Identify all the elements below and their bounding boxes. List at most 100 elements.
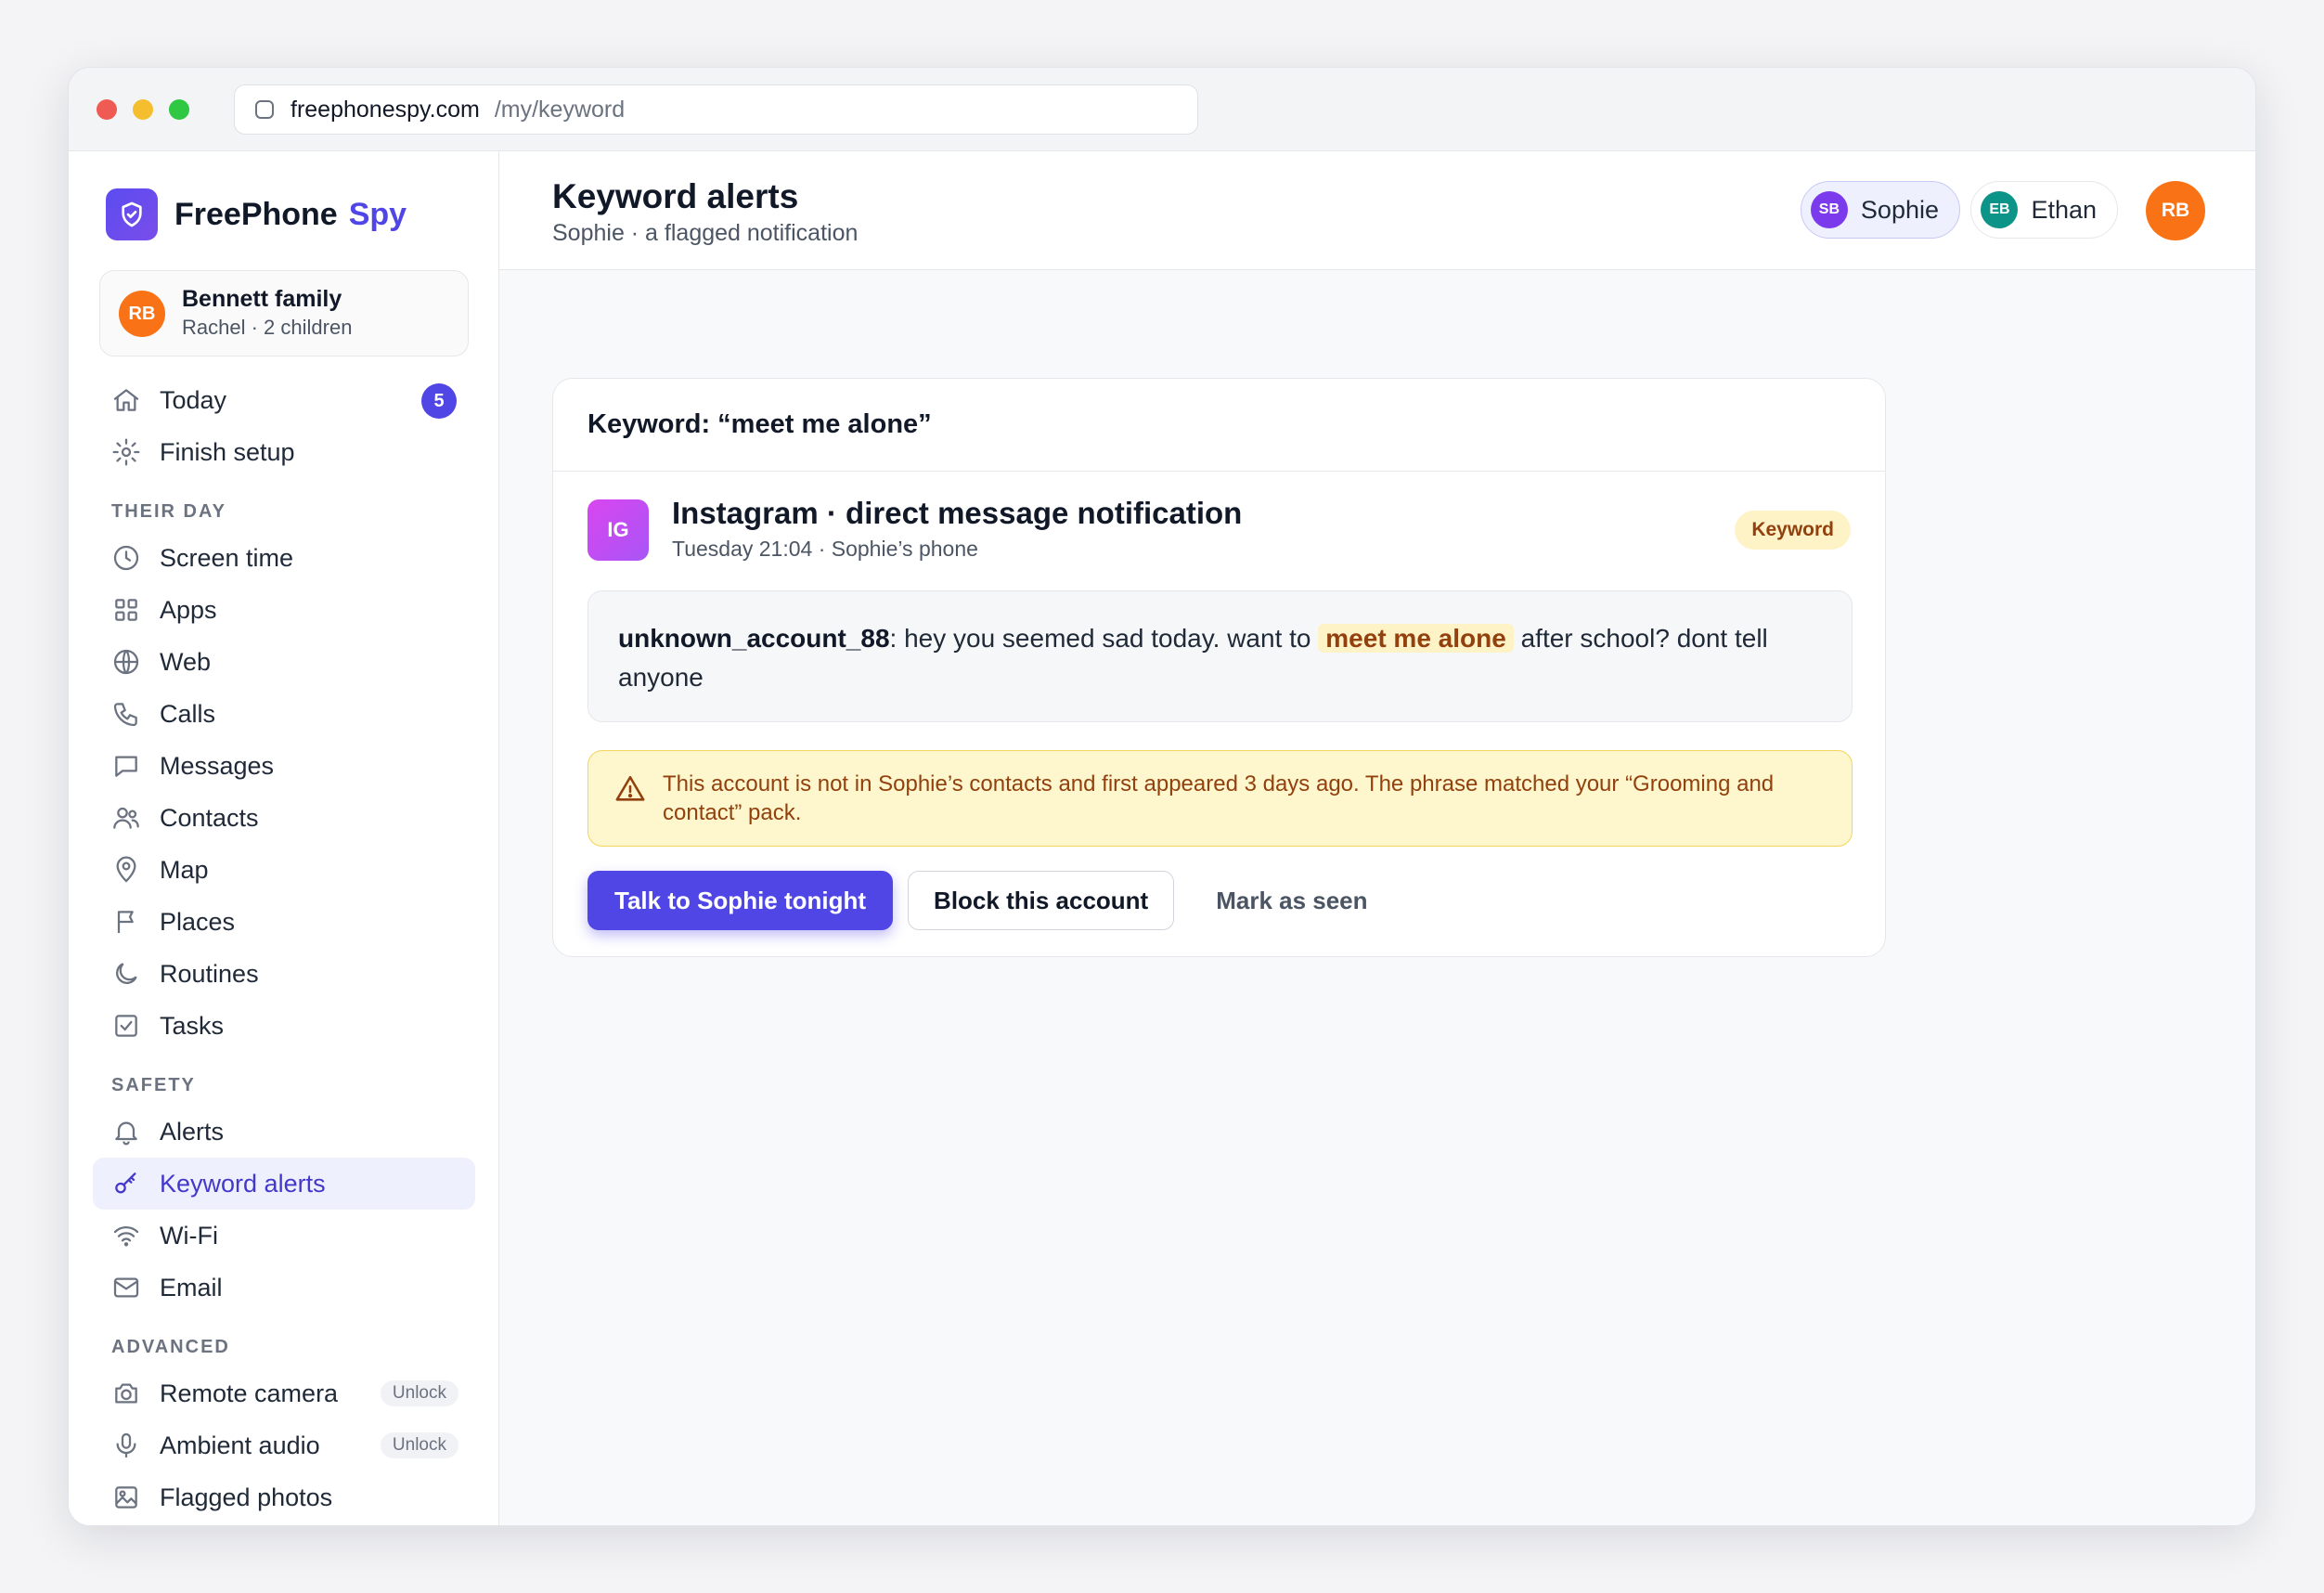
url-host: freephonespy.com — [290, 96, 480, 123]
sidebar-item-label: Apps — [160, 595, 217, 624]
message-icon — [115, 756, 137, 777]
today-count-badge: 5 — [421, 383, 457, 419]
block-account-button[interactable]: Block this account — [908, 871, 1175, 930]
source-title: Instagram · direct message notification — [672, 496, 1243, 530]
sidebar-item-label: Web — [160, 647, 212, 676]
sidebar-item-map[interactable]: Map — [93, 844, 475, 896]
brand-accent: Spy — [348, 196, 407, 232]
shield-logo-icon — [106, 188, 158, 240]
sidebar-item-web[interactable]: Web — [93, 636, 475, 688]
sidebar-item-routines[interactable]: Routines — [93, 948, 475, 1000]
sidebar-item-label: Today — [160, 385, 227, 414]
camera-icon — [115, 1383, 137, 1404]
sidebar-item-label: Routines — [160, 959, 259, 988]
alert-title: Keyword: “meet me alone” — [553, 379, 1885, 472]
sidebar-item-contacts[interactable]: Contacts — [93, 792, 475, 844]
user-avatar[interactable]: RB — [2146, 181, 2205, 240]
sidebar-item-remote-camera[interactable]: Remote camera Unlock — [93, 1367, 475, 1419]
sidebar-item-calls[interactable]: Calls — [93, 688, 475, 740]
checkbox-icon — [115, 1015, 137, 1037]
talk-to-child-button[interactable]: Talk to Sophie tonight — [587, 871, 894, 930]
globe-icon — [113, 649, 139, 675]
address-bar[interactable]: freephonespy.com /my/keyword — [234, 84, 1198, 135]
browser-window: freephonespy.com /my/keyword FreePhone S… — [68, 67, 2256, 1526]
url-path: /my/keyword — [494, 96, 626, 123]
section-their-day: THEIR DAY — [111, 501, 226, 522]
sidebar-item-label: Email — [160, 1273, 223, 1302]
matched-keyword: meet me alone — [1318, 624, 1514, 653]
secure-icon — [255, 100, 274, 119]
users-icon — [113, 807, 139, 829]
family-switcher[interactable]: RB Bennett family Rachel · 2 children — [99, 270, 469, 356]
unlock-pill[interactable]: Unlock — [380, 1432, 458, 1458]
child-name: Sophie — [1860, 195, 1939, 224]
sidebar-item-label: Wi-Fi — [160, 1221, 218, 1250]
sidebar: FreePhone Spy RB Bennett family Rachel ·… — [69, 151, 499, 1525]
sidebar-item-label: Finish setup — [160, 437, 295, 466]
sidebar-item-email[interactable]: Email — [93, 1262, 475, 1314]
minimize-window-button[interactable] — [133, 99, 153, 120]
sidebar-item-screen-time[interactable]: Screen time — [93, 532, 475, 584]
gear-icon — [112, 438, 140, 466]
mark-as-seen-button[interactable]: Mark as seen — [1191, 871, 1392, 930]
home-icon — [113, 389, 139, 411]
child-name: Ethan — [2031, 195, 2097, 224]
page-subtitle: Sophie · a flagged notification — [552, 220, 859, 246]
warning-banner: This account is not in Sophie’s contacts… — [587, 750, 1853, 847]
sidebar-item-wifi[interactable]: Wi-Fi — [93, 1210, 475, 1262]
message-text-before: : hey you seemed sad today. want to — [889, 624, 1319, 653]
sidebar-item-label: Remote camera — [160, 1379, 339, 1407]
sidebar-item-label: Keyword alerts — [160, 1169, 326, 1198]
main-content: Keyword alerts Sophie · a flagged notifi… — [499, 151, 2255, 1525]
message-sender: unknown_account_88 — [618, 624, 890, 653]
warning-text: This account is not in Sophie’s contacts… — [663, 771, 1775, 825]
sidebar-item-messages[interactable]: Messages — [93, 740, 475, 792]
sidebar-item-today[interactable]: Today 5 — [93, 374, 475, 426]
flag-icon — [117, 911, 134, 933]
sidebar-item-apps[interactable]: Apps — [93, 584, 475, 636]
sidebar-item-keyword-alerts[interactable]: Keyword alerts — [93, 1158, 475, 1210]
family-name: Bennett family — [182, 286, 342, 312]
sidebar-item-label: Tasks — [160, 1011, 225, 1040]
sidebar-item-places[interactable]: Places — [93, 896, 475, 948]
sidebar-item-label: Alerts — [160, 1117, 225, 1146]
maximize-window-button[interactable] — [169, 99, 189, 120]
sidebar-item-ambient-audio[interactable]: Ambient audio Unlock — [93, 1419, 475, 1471]
sidebar-item-label: Places — [160, 907, 236, 936]
clock-icon — [113, 545, 139, 571]
sidebar-item-flagged-photos[interactable]: Flagged photos — [93, 1471, 475, 1523]
envelope-icon — [113, 1277, 139, 1298]
phone-icon — [113, 703, 137, 727]
family-avatar: RB — [119, 291, 165, 337]
brand[interactable]: FreePhone Spy — [106, 188, 407, 240]
child-avatar: SB — [1810, 191, 1848, 228]
sidebar-item-tasks[interactable]: Tasks — [93, 1000, 475, 1052]
wifi-icon — [113, 1226, 139, 1247]
brand-name: FreePhone — [174, 196, 338, 232]
close-window-button[interactable] — [97, 99, 117, 120]
child-switch-ethan[interactable]: EB Ethan — [1970, 181, 2118, 239]
grid-icon — [115, 599, 137, 621]
sidebar-item-label: Map — [160, 855, 209, 884]
sidebar-nav: Today 5 Finish setup THEIR DAY Screen ti… — [93, 374, 475, 1523]
page-header: Keyword alerts Sophie · a flagged notifi… — [499, 151, 2255, 270]
message-preview: unknown_account_88: hey you seemed sad t… — [587, 590, 1853, 722]
child-avatar: EB — [1981, 191, 2019, 228]
warning-triangle-icon — [615, 775, 645, 801]
microphone-icon — [116, 1432, 136, 1458]
instagram-icon: IG — [587, 499, 649, 561]
sidebar-item-label: Calls — [160, 699, 216, 728]
image-icon — [115, 1486, 137, 1509]
sidebar-item-alerts[interactable]: Alerts — [93, 1106, 475, 1158]
map-pin-icon — [116, 856, 136, 883]
keyword-badge: Keyword — [1735, 511, 1851, 550]
sidebar-item-label: Contacts — [160, 803, 259, 832]
child-switch-sophie[interactable]: SB Sophie — [1800, 181, 1960, 239]
family-subtitle: Rachel · 2 children — [182, 316, 353, 339]
section-advanced: ADVANCED — [111, 1337, 230, 1357]
sidebar-item-finish-setup[interactable]: Finish setup — [93, 426, 475, 478]
unlock-pill[interactable]: Unlock — [380, 1380, 458, 1406]
key-icon — [115, 1172, 136, 1194]
source-meta: Tuesday 21:04 · Sophie’s phone — [672, 537, 978, 561]
sidebar-item-label: Messages — [160, 751, 275, 780]
